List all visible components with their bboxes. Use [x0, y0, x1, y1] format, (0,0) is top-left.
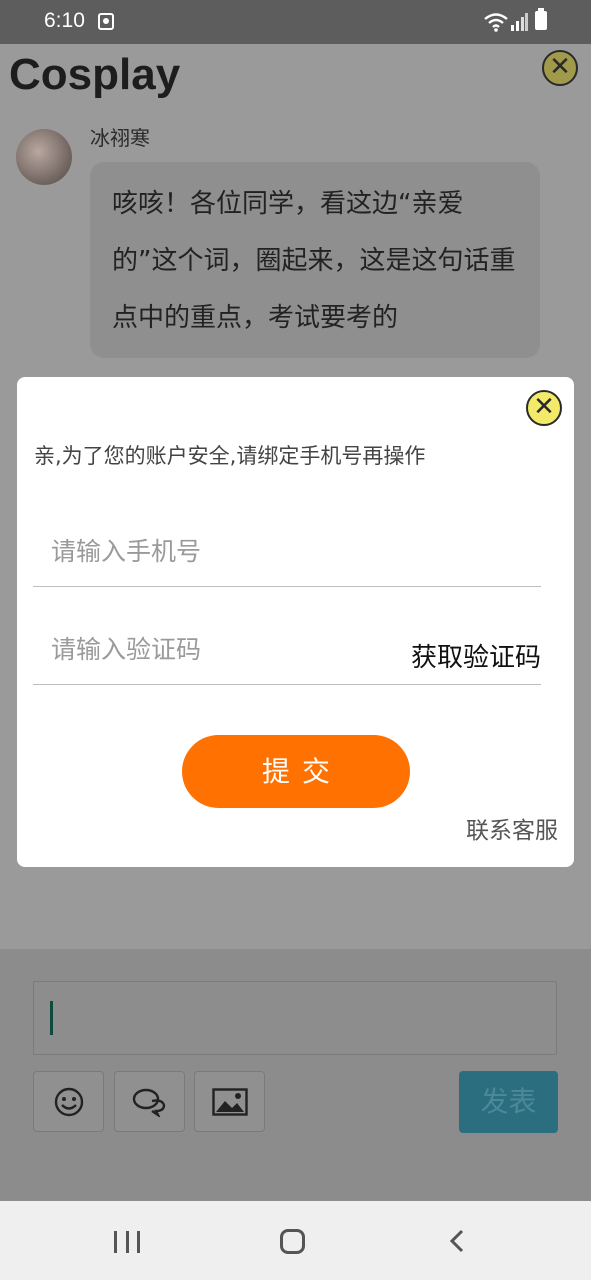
- image-icon: [211, 1088, 248, 1116]
- post-author: 冰祤寒: [90, 126, 150, 150]
- battery-icon: [535, 8, 547, 30]
- notification-icon: [98, 13, 114, 30]
- status-bar: 6:10: [0, 0, 591, 44]
- message-bubble: 咳咳！各位同学，看这边“亲爱的”这个词，圈起来，这是这句话重点中的重点，考试要考…: [90, 162, 540, 358]
- navigation-bar: [0, 1201, 591, 1280]
- phone-input[interactable]: [33, 517, 541, 586]
- home-icon[interactable]: [280, 1229, 305, 1254]
- avatar[interactable]: [16, 129, 72, 185]
- text-caret: [50, 1001, 53, 1035]
- bind-phone-dialog: ✕ 亲,为了您的账户安全,请绑定手机号再操作 获取验证码 提交 联系客服: [17, 377, 574, 867]
- comment-input[interactable]: [33, 981, 557, 1055]
- page-title: Cosplay: [9, 50, 181, 99]
- code-field: 获取验证码: [33, 615, 541, 685]
- back-icon[interactable]: [449, 1229, 465, 1253]
- phone-field: [33, 517, 541, 587]
- status-time: 6:10: [44, 9, 85, 32]
- close-icon[interactable]: ✕: [542, 50, 578, 86]
- signal-icon: [511, 13, 528, 31]
- submit-button[interactable]: 提交: [182, 735, 410, 808]
- dialog-notice: 亲,为了您的账户安全,请绑定手机号再操作: [34, 444, 426, 468]
- get-code-button[interactable]: 获取验证码: [411, 637, 541, 674]
- emoji-button[interactable]: [33, 1071, 104, 1132]
- image-button[interactable]: [194, 1071, 265, 1132]
- chat-button[interactable]: [114, 1071, 185, 1132]
- close-icon[interactable]: ✕: [526, 390, 562, 426]
- chat-icon: [132, 1088, 165, 1119]
- verification-code-input[interactable]: [33, 615, 393, 684]
- post-button[interactable]: 发表: [459, 1071, 558, 1133]
- wifi-icon: [484, 13, 508, 32]
- recent-apps-icon[interactable]: [114, 1231, 140, 1253]
- comment-panel: 发表: [0, 949, 591, 1201]
- contact-support-link[interactable]: 联系客服: [466, 811, 558, 845]
- emoji-icon: [54, 1087, 83, 1117]
